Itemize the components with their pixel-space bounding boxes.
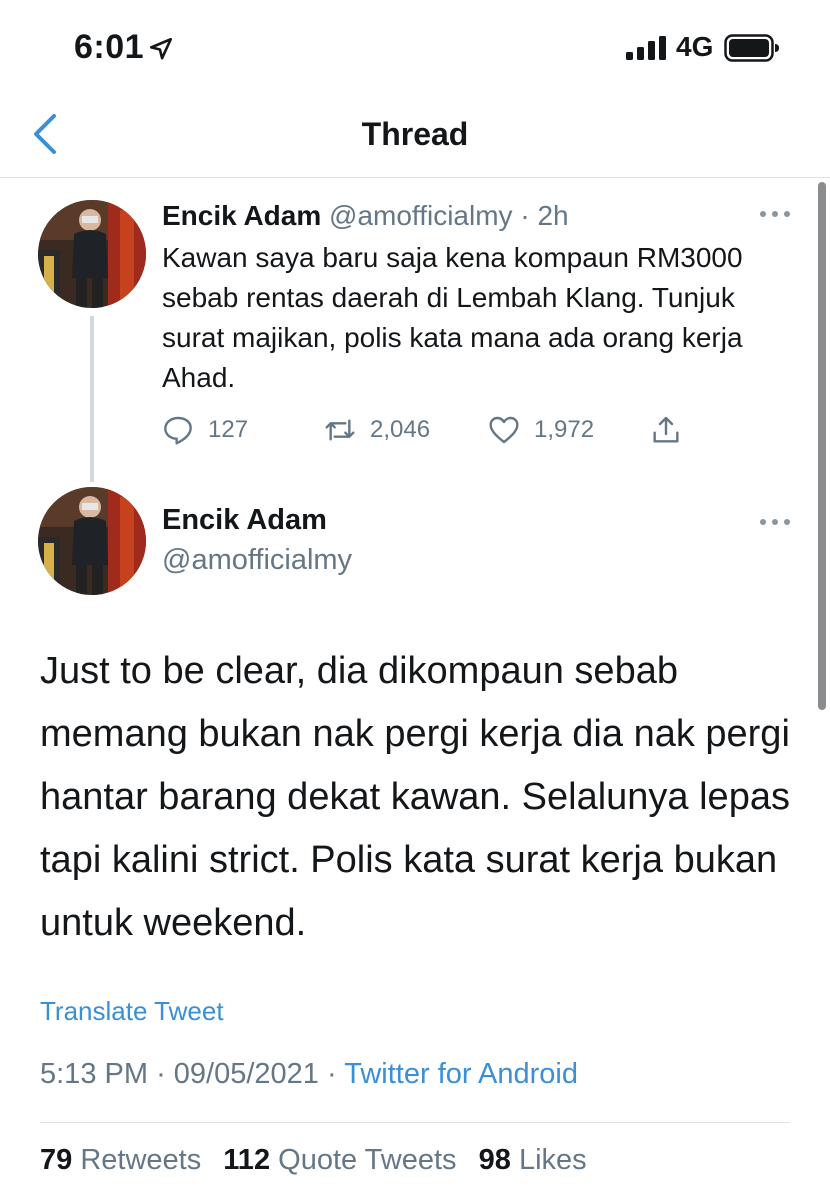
share-icon xyxy=(653,416,679,443)
like-button[interactable]: 1,972 xyxy=(488,410,594,450)
tweet-text: Just to be clear, dia dikompaun sebab me… xyxy=(40,650,790,944)
avatar[interactable] xyxy=(38,487,146,595)
likes-stat[interactable]: 98 Likes xyxy=(479,1144,587,1176)
author-name[interactable]: Encik Adam xyxy=(162,504,327,537)
tweet-stats: 79 Retweets 112 Quote Tweets 98 Likes xyxy=(40,1144,601,1177)
reply-icon xyxy=(164,416,192,445)
reply-button[interactable]: 127 xyxy=(162,410,248,450)
divider xyxy=(40,1122,790,1123)
retweet-icon xyxy=(325,419,355,441)
retweets-label: Retweets xyxy=(80,1144,202,1176)
location-arrow-icon xyxy=(149,37,173,60)
more-options-icon[interactable] xyxy=(758,204,792,224)
translate-tweet-link[interactable]: Translate Tweet xyxy=(40,996,224,1027)
meta-separator: · xyxy=(520,200,530,231)
tweet-actions: 127 2,046 1,972 xyxy=(162,410,722,450)
quote-tweets-stat[interactable]: 112 Quote Tweets xyxy=(223,1144,464,1176)
author-handle[interactable]: @amofficialmy xyxy=(162,544,352,577)
retweet-button[interactable]: 2,046 xyxy=(324,410,430,450)
likes-count: 98 xyxy=(478,1144,511,1176)
tweet-source-link[interactable]: Twitter for Android xyxy=(344,1058,578,1090)
tweet-timestamp: 5:13 PM · 09/05/2021 · Twitter for Andro… xyxy=(40,1058,578,1091)
page-title: Thread xyxy=(361,116,469,152)
more-options-icon[interactable] xyxy=(758,512,792,532)
likes-label: Likes xyxy=(518,1144,587,1176)
like-count: 1,972 xyxy=(534,416,595,443)
cellular-signal-icon xyxy=(626,36,666,60)
author-handle[interactable]: @amofficialmy xyxy=(329,200,513,231)
quote-tweets-label: Quote Tweets xyxy=(278,1144,457,1176)
heart-icon xyxy=(489,416,519,444)
network-type: 4G xyxy=(676,31,714,62)
retweet-count: 2,046 xyxy=(370,416,431,443)
thread-connector-line xyxy=(90,316,94,482)
battery-icon xyxy=(724,34,779,62)
retweets-stat[interactable]: 79 Retweets xyxy=(40,1144,209,1176)
tweet-date: 09/05/2021 xyxy=(173,1058,319,1090)
quote-tweets-count: 112 xyxy=(223,1144,271,1176)
tweet-text: Kawan saya baru saja kena kompaun RM3000… xyxy=(162,242,743,393)
tweet-time: 5:13 PM xyxy=(40,1058,148,1090)
tweet-header: Encik Adam @amofficialmy · 2h xyxy=(162,200,569,232)
share-button[interactable] xyxy=(650,410,696,450)
avatar[interactable] xyxy=(38,200,146,308)
navigation-bar: Thread xyxy=(0,96,830,178)
retweets-count: 79 xyxy=(40,1144,73,1176)
author-name[interactable]: Encik Adam xyxy=(162,200,321,231)
meta-separator: · xyxy=(327,1058,337,1090)
reply-count: 127 xyxy=(208,416,249,443)
meta-separator: · xyxy=(156,1058,166,1090)
status-time: 6:01 xyxy=(74,28,145,66)
scrollbar[interactable] xyxy=(818,182,826,710)
tweet-time-ago: 2h xyxy=(537,200,569,231)
status-bar: 6:01 4G xyxy=(0,0,830,96)
